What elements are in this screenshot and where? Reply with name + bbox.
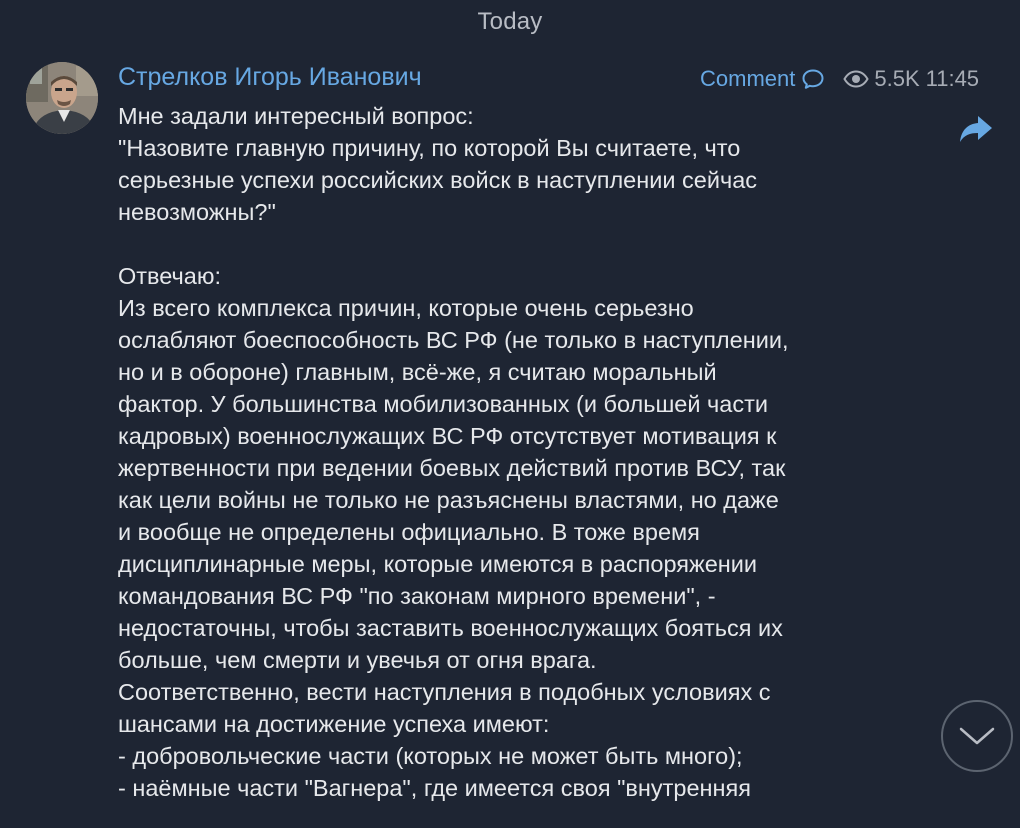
message-line: как цели войны не только не разъяснены в… xyxy=(118,487,779,513)
message-line: недостаточны, чтобы заставить военнослуж… xyxy=(118,615,783,641)
message-line: Мне задали интересный вопрос: xyxy=(118,103,474,129)
eye-icon xyxy=(843,70,870,88)
message-line: ослабляют боеспособность ВС РФ (не тольк… xyxy=(118,327,789,353)
speech-bubble-icon xyxy=(801,68,825,90)
message-line: "Назовите главную причину, по которой Вы… xyxy=(118,135,741,161)
message-line: дисциплинарные меры, которые имеются в р… xyxy=(118,551,758,577)
date-separator: Today xyxy=(477,8,543,35)
message-line: невозможны?" xyxy=(118,199,276,225)
channel-chat-view: Today Стрелков Игорь Иванович Comment 5.… xyxy=(0,0,1020,828)
comment-label: Comment xyxy=(700,66,796,91)
author-avatar[interactable] xyxy=(26,62,98,134)
forward-button[interactable] xyxy=(958,113,994,145)
message-line: жертвенности при ведении боевых действий… xyxy=(118,455,786,481)
message-line: - добровольческие части (которых не може… xyxy=(118,743,743,769)
message-line: Отвечаю: xyxy=(118,263,222,289)
comment-button[interactable]: Comment xyxy=(700,66,825,92)
message-line: серьезные успехи российских войск в наст… xyxy=(118,167,758,193)
author-name[interactable]: Стрелков Игорь Иванович xyxy=(118,63,422,92)
message-line: командования ВС РФ "по законам мирного в… xyxy=(118,583,716,609)
message-line: но и в обороне) главным, всё-же, я счита… xyxy=(118,359,717,385)
view-count: 5.5K xyxy=(843,66,920,92)
post-time: 11:45 xyxy=(925,66,980,91)
message-line: - наёмные части "Вагнера", где имеется с… xyxy=(118,775,751,801)
message-line: больше, чем смерти и увечья от огня враг… xyxy=(118,647,597,673)
chevron-down-icon xyxy=(959,727,995,745)
message-line: Из всего комплекса причин, которые очень… xyxy=(118,295,694,321)
message-text: Мне задали интересный вопрос: "Назовите г… xyxy=(118,100,918,804)
scroll-down-button[interactable] xyxy=(941,700,1013,772)
message-line: и вообще не определены официально. В тож… xyxy=(118,519,700,545)
avatar-photo xyxy=(26,62,98,134)
message-line: шансами на достижение успеха имеют: xyxy=(118,711,550,737)
forward-arrow-icon xyxy=(960,116,992,142)
message-line: Соответственно, вести наступления в подо… xyxy=(118,679,771,705)
message-line xyxy=(118,228,918,260)
view-count-value: 5.5K xyxy=(874,66,920,91)
post-meta: Comment 5.5K 11:45 xyxy=(700,64,979,94)
message-line: фактор. У большинства мобилизованных (и … xyxy=(118,391,768,417)
message-line: кадровых) военнослужащих ВС РФ отсутству… xyxy=(118,423,777,449)
